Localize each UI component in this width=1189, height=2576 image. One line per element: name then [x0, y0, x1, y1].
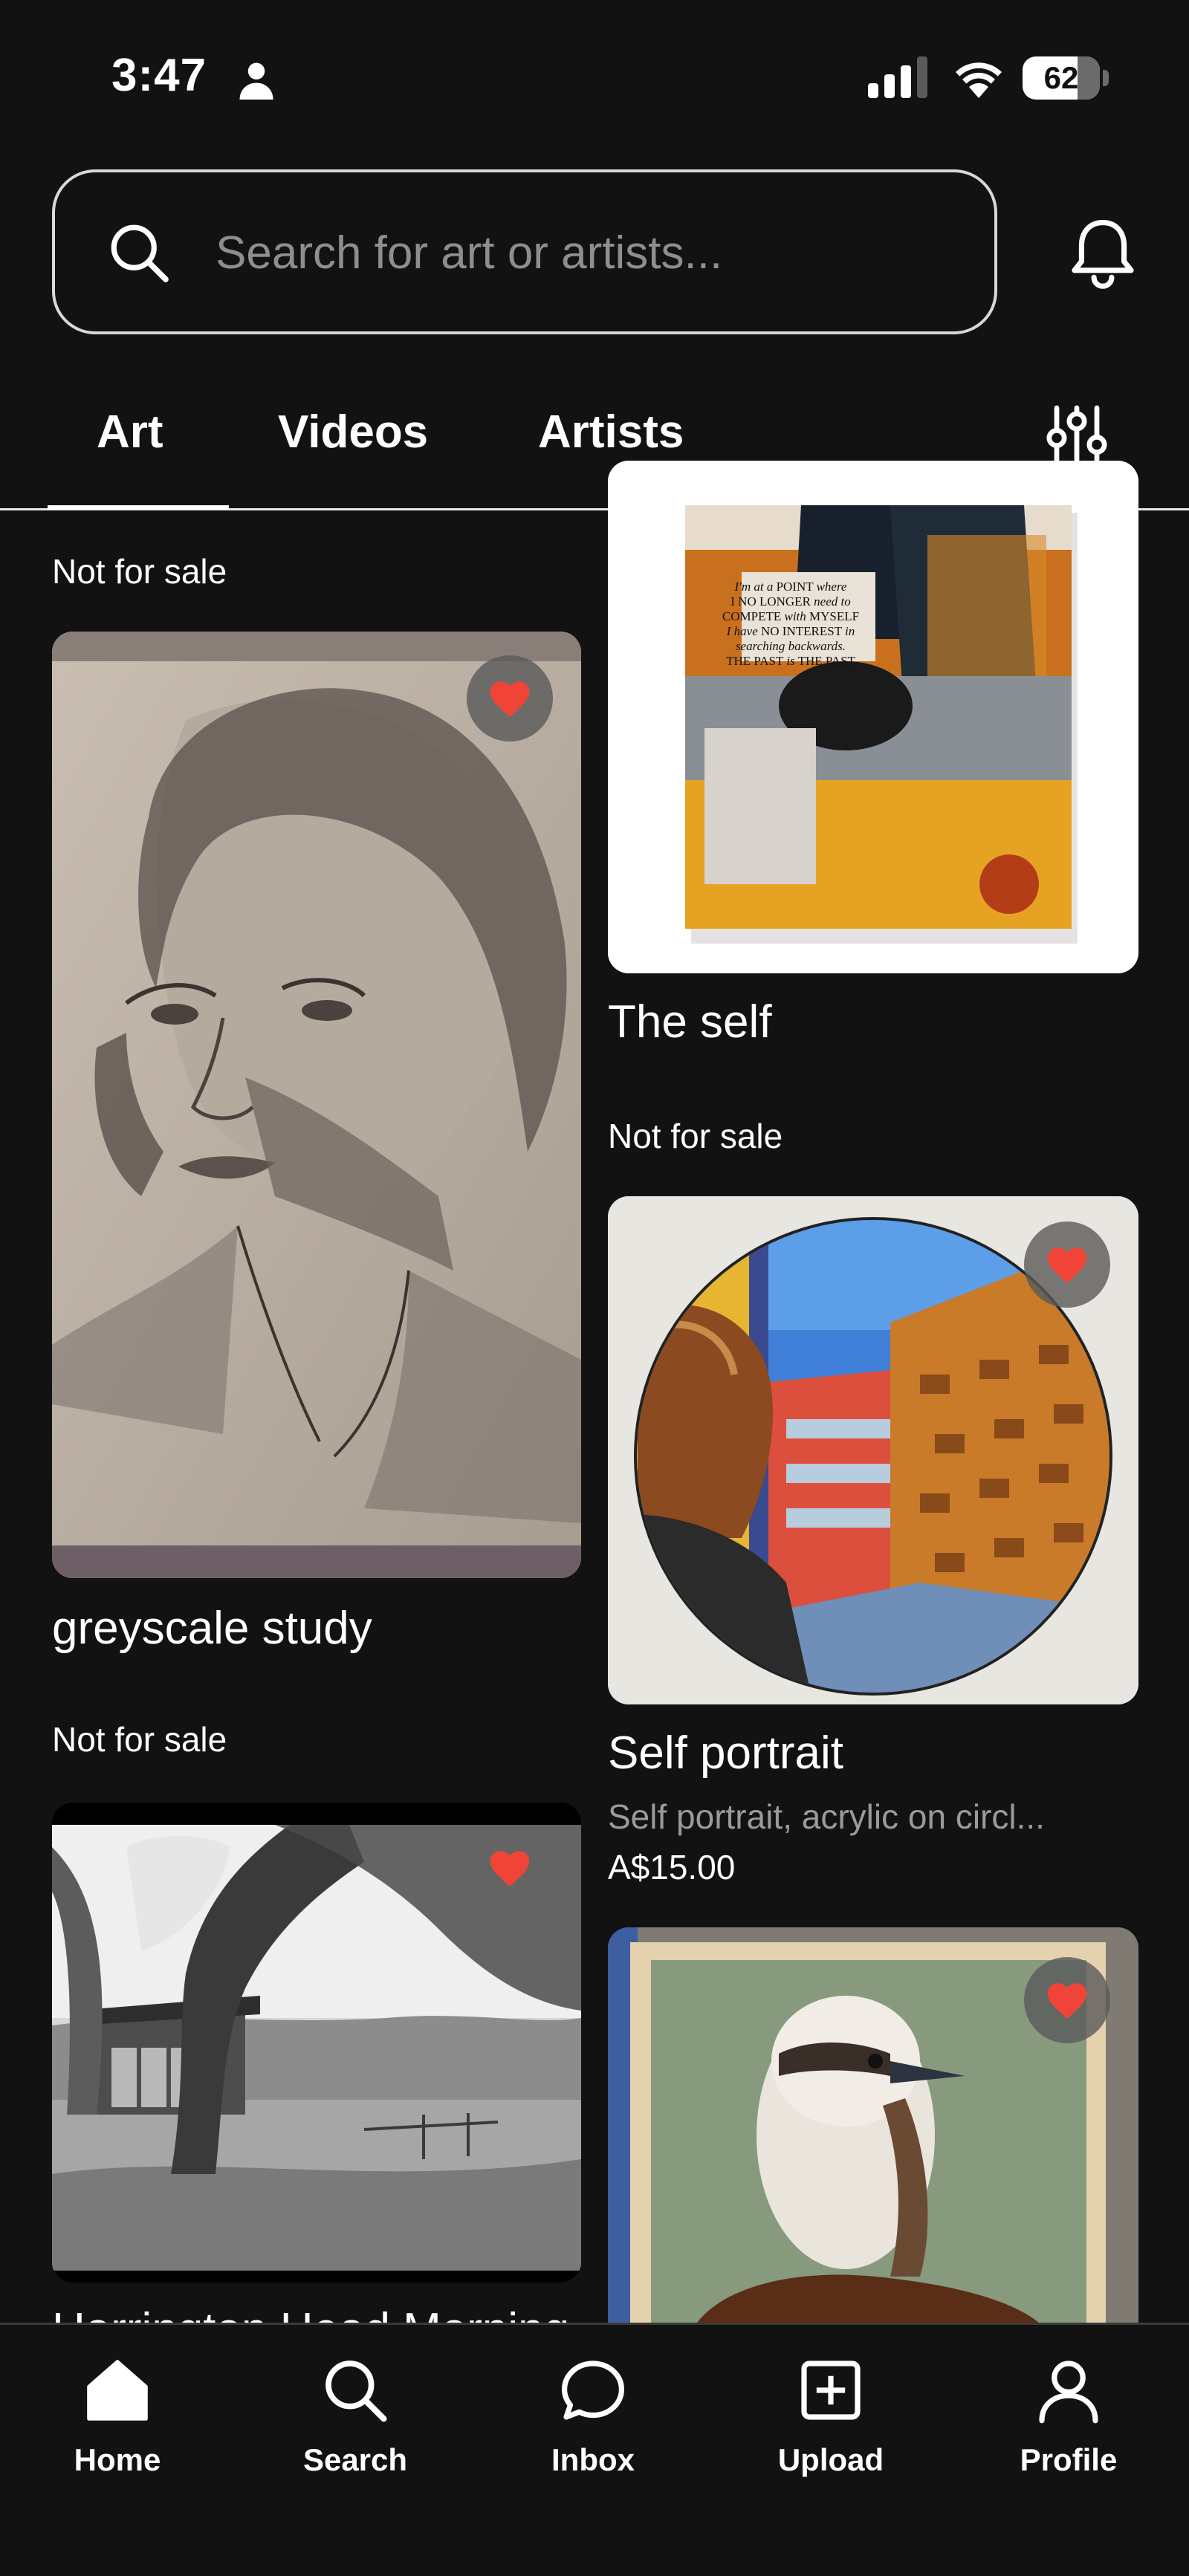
tab-artists[interactable]: Artists [538, 406, 684, 458]
sale-status-label: Not for sale [52, 1720, 227, 1759]
artwork-description: Self portrait, acrylic on circl... [608, 1797, 1045, 1836]
status-time: 3:47 [111, 50, 207, 101]
nav-label: Inbox [551, 2442, 635, 2477]
artwork-price: A$15.00 [608, 1848, 736, 1886]
cellular-signal-icon [868, 56, 927, 98]
search-icon [111, 224, 169, 282]
artwork-title[interactable]: Harrington Head Morning [52, 2303, 569, 2323]
artwork-image-bw-landscape[interactable] [52, 1803, 581, 2283]
person-status-icon [239, 62, 273, 100]
heart-icon [1047, 1248, 1087, 1283]
nav-label: Profile [1020, 2442, 1118, 2477]
collage-artwork [608, 461, 1138, 973]
nav-search[interactable]: Search [266, 2355, 444, 2503]
battery-level: 62 [1043, 60, 1079, 95]
nav-label: Home [74, 2442, 161, 2477]
search-input[interactable] [216, 220, 959, 285]
nav-upload[interactable]: Upload [742, 2355, 920, 2503]
favorite-button[interactable] [1024, 1222, 1110, 1308]
nav-label: Search [302, 2442, 408, 2477]
chat-bubble-icon [562, 2361, 624, 2420]
artwork-image-greyscale-study[interactable] [52, 632, 581, 1578]
heart-icon [490, 1851, 530, 1886]
artwork-image-self-portrait[interactable] [608, 1196, 1138, 1704]
wifi-icon [956, 62, 1002, 98]
tab-videos[interactable]: Videos [278, 406, 428, 458]
nav-profile[interactable]: Profile [979, 2355, 1158, 2503]
favorite-button[interactable] [1024, 1957, 1110, 2043]
favorite-button[interactable] [467, 655, 553, 742]
nav-home[interactable]: Home [28, 2355, 207, 2503]
person-icon [1039, 2361, 1098, 2424]
artwork-image-kookaburra[interactable] [608, 1927, 1138, 2323]
active-tab-indicator [48, 505, 229, 510]
bell-icon[interactable] [1067, 215, 1138, 290]
sale-status-label: Not for sale [52, 552, 227, 591]
artwork-title[interactable]: greyscale study [52, 1602, 372, 1655]
plus-square-icon [801, 2361, 861, 2420]
artwork-title[interactable]: The self [608, 996, 772, 1048]
pencil-portrait-drawing [52, 632, 581, 1578]
bottom-navigation: Home Search Inbox Upload Profile [0, 2323, 1189, 2576]
nav-inbox[interactable]: Inbox [504, 2355, 682, 2503]
heart-icon [1047, 1983, 1087, 2019]
nav-label: Upload [777, 2442, 884, 2477]
collage-text-overlay: I'm at a POINT where I NO LONGER need to C… [722, 580, 860, 668]
tab-art[interactable]: Art [97, 406, 163, 458]
search-icon [325, 2361, 387, 2422]
favorite-button[interactable] [467, 1825, 553, 1911]
home-icon [87, 2360, 148, 2421]
artwork-title[interactable]: Self portrait [608, 1727, 843, 1779]
sale-status-label: Not for sale [608, 1117, 783, 1155]
battery-indicator: 62 [1023, 56, 1109, 100]
filter-sliders-icon[interactable] [1043, 401, 1110, 468]
heart-icon [490, 681, 530, 717]
artwork-image-the-self[interactable]: I'm at a POINT where I NO LONGER need to C… [608, 461, 1138, 973]
